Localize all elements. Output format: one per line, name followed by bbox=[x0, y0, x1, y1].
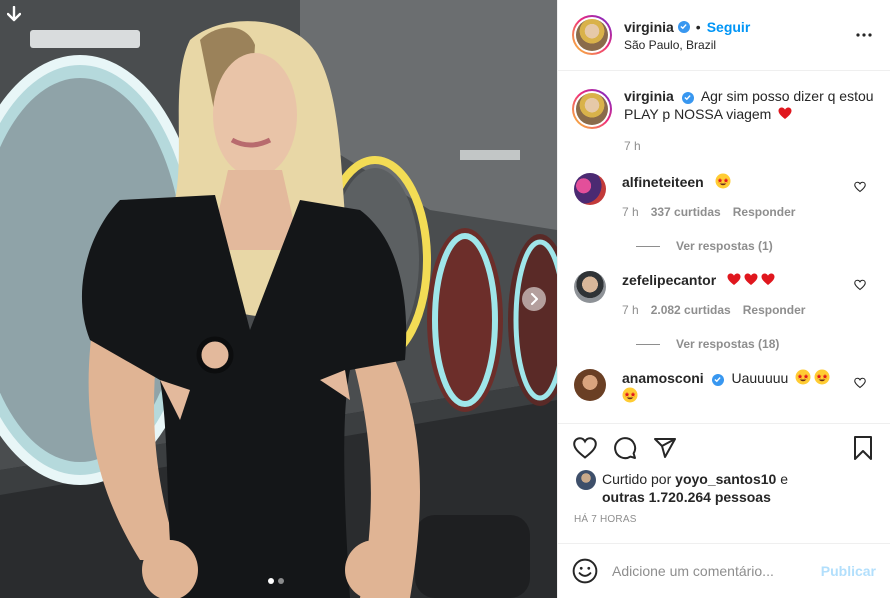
carousel-dot-active bbox=[268, 578, 274, 584]
red-heart-emoji-icon bbox=[744, 273, 758, 285]
liked-by: Curtido por yoyo_santos10 e outras 1.720… bbox=[572, 470, 876, 506]
caption-username[interactable]: virginia bbox=[624, 88, 674, 104]
comment-time[interactable]: 7 h bbox=[622, 203, 639, 221]
comment-item: anamosconi Uauuuuu bbox=[572, 369, 876, 405]
download-icon[interactable] bbox=[4, 4, 24, 24]
post-details-panel: virginia • Seguir São Paulo, Brazil virg… bbox=[557, 0, 890, 598]
author-username[interactable]: virginia bbox=[624, 19, 674, 35]
next-slide-button[interactable] bbox=[522, 287, 546, 311]
commenter-avatar[interactable] bbox=[574, 369, 606, 401]
author-avatar[interactable] bbox=[572, 15, 612, 55]
red-heart-emoji-icon bbox=[727, 273, 741, 285]
like-comment-heart-icon[interactable] bbox=[854, 377, 866, 389]
comment-icon[interactable] bbox=[612, 435, 638, 461]
view-replies-label: Ver respostas (1) bbox=[676, 239, 773, 253]
commenter-username[interactable]: zefelipecantor bbox=[622, 272, 716, 288]
verified-badge-icon bbox=[681, 91, 694, 104]
carousel-indicator bbox=[268, 578, 284, 584]
comment-item: zefelipecantor 7 h 2.082 curtidas Respon… bbox=[572, 271, 876, 319]
bookmark-icon[interactable] bbox=[850, 435, 876, 461]
post-caption: virginia Agr sim posso dizer q estou PLA… bbox=[572, 87, 876, 155]
star-struck-emoji-icon bbox=[814, 369, 830, 385]
instagram-post: virginia • Seguir São Paulo, Brazil virg… bbox=[0, 0, 890, 598]
liked-by-joiner: e bbox=[780, 471, 789, 487]
view-replies-button[interactable]: Ver respostas (1) bbox=[636, 239, 876, 253]
comments-list[interactable]: virginia Agr sim posso dizer q estou PLA… bbox=[558, 71, 890, 423]
comment-likes[interactable]: 2.082 curtidas bbox=[651, 301, 731, 319]
more-options-icon[interactable] bbox=[852, 23, 876, 47]
red-heart-emoji-icon bbox=[761, 273, 775, 285]
post-actions: Curtido por yoyo_santos10 e outras 1.720… bbox=[558, 423, 890, 525]
red-heart-emoji-icon bbox=[778, 107, 792, 119]
liked-by-prefix: Curtido por bbox=[602, 471, 672, 487]
verified-badge-icon bbox=[711, 373, 724, 386]
photo-scene bbox=[0, 0, 557, 598]
reply-button[interactable]: Responder bbox=[743, 301, 806, 319]
view-replies-button[interactable]: Ver respostas (18) bbox=[636, 337, 876, 351]
add-comment-bar: Publicar bbox=[558, 543, 890, 598]
star-struck-emoji-icon bbox=[622, 387, 638, 403]
liked-by-others[interactable]: outras 1.720.264 pessoas bbox=[602, 489, 771, 505]
like-comment-heart-icon[interactable] bbox=[854, 279, 866, 291]
share-icon[interactable] bbox=[652, 435, 678, 461]
caption-avatar[interactable] bbox=[572, 89, 612, 129]
commenter-avatar[interactable] bbox=[574, 271, 606, 303]
star-struck-emoji-icon bbox=[715, 173, 731, 189]
reply-button[interactable]: Responder bbox=[733, 203, 796, 221]
post-photo[interactable] bbox=[0, 0, 557, 598]
comment-input[interactable] bbox=[612, 563, 821, 579]
commenter-avatar[interactable] bbox=[574, 173, 606, 205]
comment-item: alfineteiteen 7 h 337 curtidas Responder bbox=[572, 173, 876, 221]
liked-by-avatar[interactable] bbox=[576, 470, 596, 490]
comment-time[interactable]: 7 h bbox=[622, 301, 639, 319]
caption-timestamp: 7 h bbox=[624, 139, 641, 153]
view-replies-label: Ver respostas (18) bbox=[676, 337, 780, 351]
comment-likes[interactable]: 337 curtidas bbox=[651, 203, 721, 221]
heart-icon[interactable] bbox=[572, 435, 598, 461]
liked-by-user[interactable]: yoyo_santos10 bbox=[675, 471, 776, 487]
chevron-right-icon bbox=[531, 293, 538, 305]
commenter-username[interactable]: anamosconi bbox=[622, 370, 704, 386]
commenter-username[interactable]: alfineteiteen bbox=[622, 174, 704, 190]
post-location[interactable]: São Paulo, Brazil bbox=[624, 38, 852, 52]
star-struck-emoji-icon bbox=[795, 369, 811, 385]
emoji-icon[interactable] bbox=[572, 558, 598, 584]
comment-text: Uauuuuu bbox=[731, 370, 789, 386]
post-time-ago[interactable]: HÁ 7 HORAS bbox=[574, 514, 876, 525]
follow-button[interactable]: Seguir bbox=[707, 19, 751, 35]
post-header: virginia • Seguir São Paulo, Brazil bbox=[558, 0, 890, 71]
like-comment-heart-icon[interactable] bbox=[854, 181, 866, 193]
publish-button[interactable]: Publicar bbox=[821, 563, 876, 579]
verified-badge-icon bbox=[677, 20, 690, 33]
carousel-dot bbox=[278, 578, 284, 584]
header-separator: • bbox=[695, 18, 701, 35]
